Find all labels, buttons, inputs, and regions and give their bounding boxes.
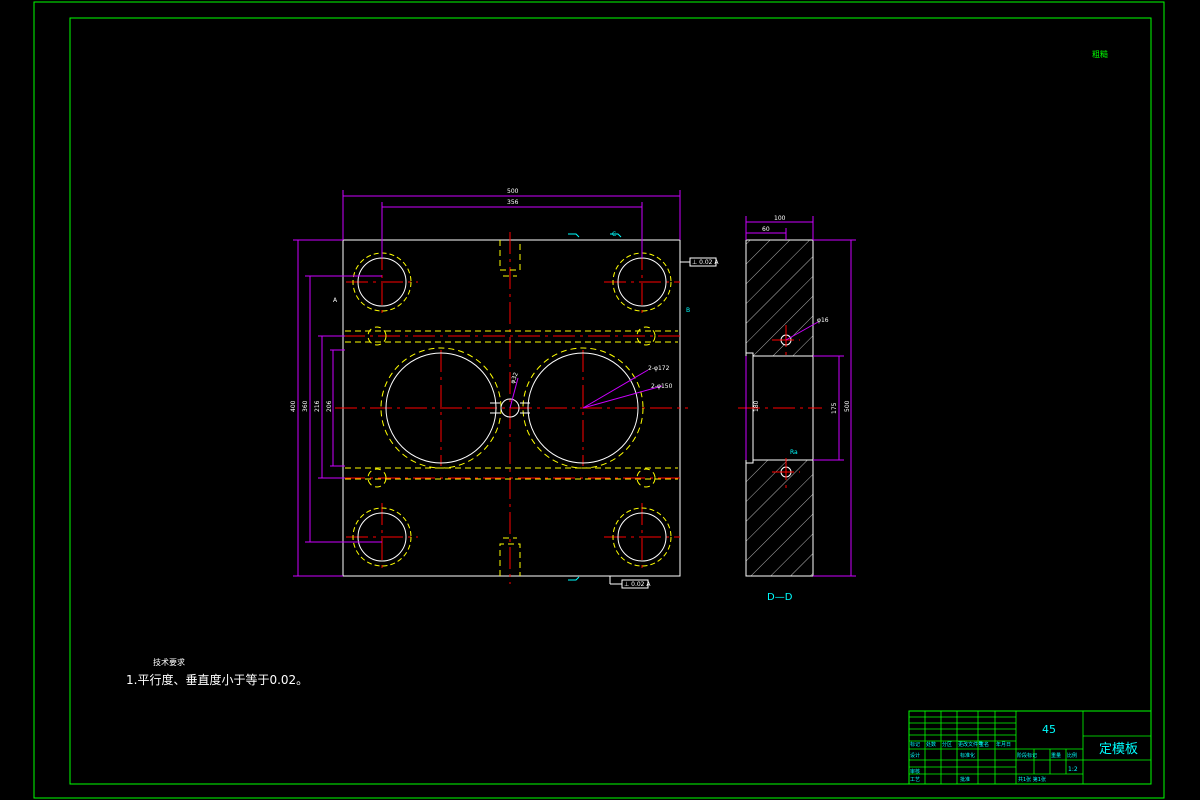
hatch-top — [745, 239, 814, 357]
svg-text:标记: 标记 — [910, 741, 920, 748]
section-dim-hole: φ16 — [817, 317, 829, 324]
svg-text:设计: 设计 — [910, 752, 920, 759]
dim-center-hole: φ32 — [509, 371, 520, 384]
tech-requirement-item: 1.平行度、垂直度小于等于0.02。 — [126, 673, 309, 687]
svg-text:共1张 第1张: 共1张 第1张 — [1018, 776, 1046, 783]
svg-text:比例: 比例 — [1067, 752, 1077, 759]
tolerance-frame-top: ⊥ 0.02 A — [680, 257, 719, 267]
dim-hole-span-width: 356 — [507, 199, 519, 206]
svg-text:审核: 审核 — [910, 768, 920, 775]
hatch-bottom — [745, 459, 814, 577]
title-block-part-name: 定模板 — [1099, 742, 1138, 757]
center-lines — [335, 232, 688, 584]
svg-text:重量: 重量 — [1051, 752, 1061, 759]
svg-text:⊥ 0.02 A: ⊥ 0.02 A — [692, 259, 719, 266]
svg-text:分区: 分区 — [942, 741, 952, 748]
note-c: C — [612, 231, 616, 238]
svg-text:处数: 处数 — [926, 741, 936, 748]
svg-text:标准化: 标准化 — [960, 752, 975, 759]
dim-large-holes-2: 2-φ150 — [651, 383, 673, 390]
dim-large-holes: 2-φ172 — [648, 365, 670, 372]
tolerance-frame-bottom: ⊥ 0.02 A — [609, 576, 651, 589]
front-view: 500 356 400 360 216 206 2-φ172 2-φ150 φ3… — [290, 188, 719, 589]
dim-overall-width: 500 — [507, 188, 519, 195]
section-roughness: Ra — [790, 449, 798, 456]
svg-text:阶段标记: 阶段标记 — [1017, 752, 1037, 759]
note-b: B — [686, 307, 690, 314]
dim-height-2: 360 — [302, 400, 309, 412]
front-dimensions — [293, 190, 681, 577]
dim-overall-height: 400 — [290, 400, 297, 412]
section-dim-overall-height: 500 — [844, 400, 851, 412]
dim-height-4: 206 — [326, 400, 333, 412]
svg-text:工艺: 工艺 — [910, 777, 920, 783]
title-block-header-row: 标记 处数 分区 更改文件号 签名 年月日 设计 标准化 审核 工艺 批准 阶段… — [910, 741, 1077, 783]
section-dim-step: 60 — [762, 226, 770, 233]
section-label: D—D — [767, 592, 793, 603]
svg-text:批准: 批准 — [960, 776, 970, 783]
section-dim-width: 100 — [774, 215, 786, 222]
tech-requirements: 技术要求 1.平行度、垂直度小于等于0.02。 — [126, 657, 308, 688]
corner-holes — [352, 252, 672, 567]
tech-requirements-heading: 技术要求 — [153, 658, 185, 667]
svg-text:签名: 签名 — [979, 741, 989, 748]
dim-height-3: 216 — [314, 400, 321, 412]
roughness-marks — [568, 233, 622, 581]
title-block: 标记 处数 分区 更改文件号 签名 年月日 设计 标准化 审核 工艺 批准 阶段… — [908, 710, 1152, 785]
corner-mark: 粗糙 — [1092, 49, 1108, 59]
section-dim-pocket-height-2: 175 — [831, 402, 838, 414]
section-dim-pocket-height: 180 — [753, 400, 760, 412]
note-a: A — [333, 297, 338, 304]
svg-text:⊥ 0.02 A: ⊥ 0.02 A — [624, 581, 651, 588]
svg-text:年月日: 年月日 — [996, 741, 1011, 748]
section-view: 100 60 φ16 180 175 500 Ra D—D — [738, 215, 856, 603]
title-block-scale: 1:2 — [1068, 766, 1078, 773]
title-block-material: 45 — [1042, 723, 1056, 736]
